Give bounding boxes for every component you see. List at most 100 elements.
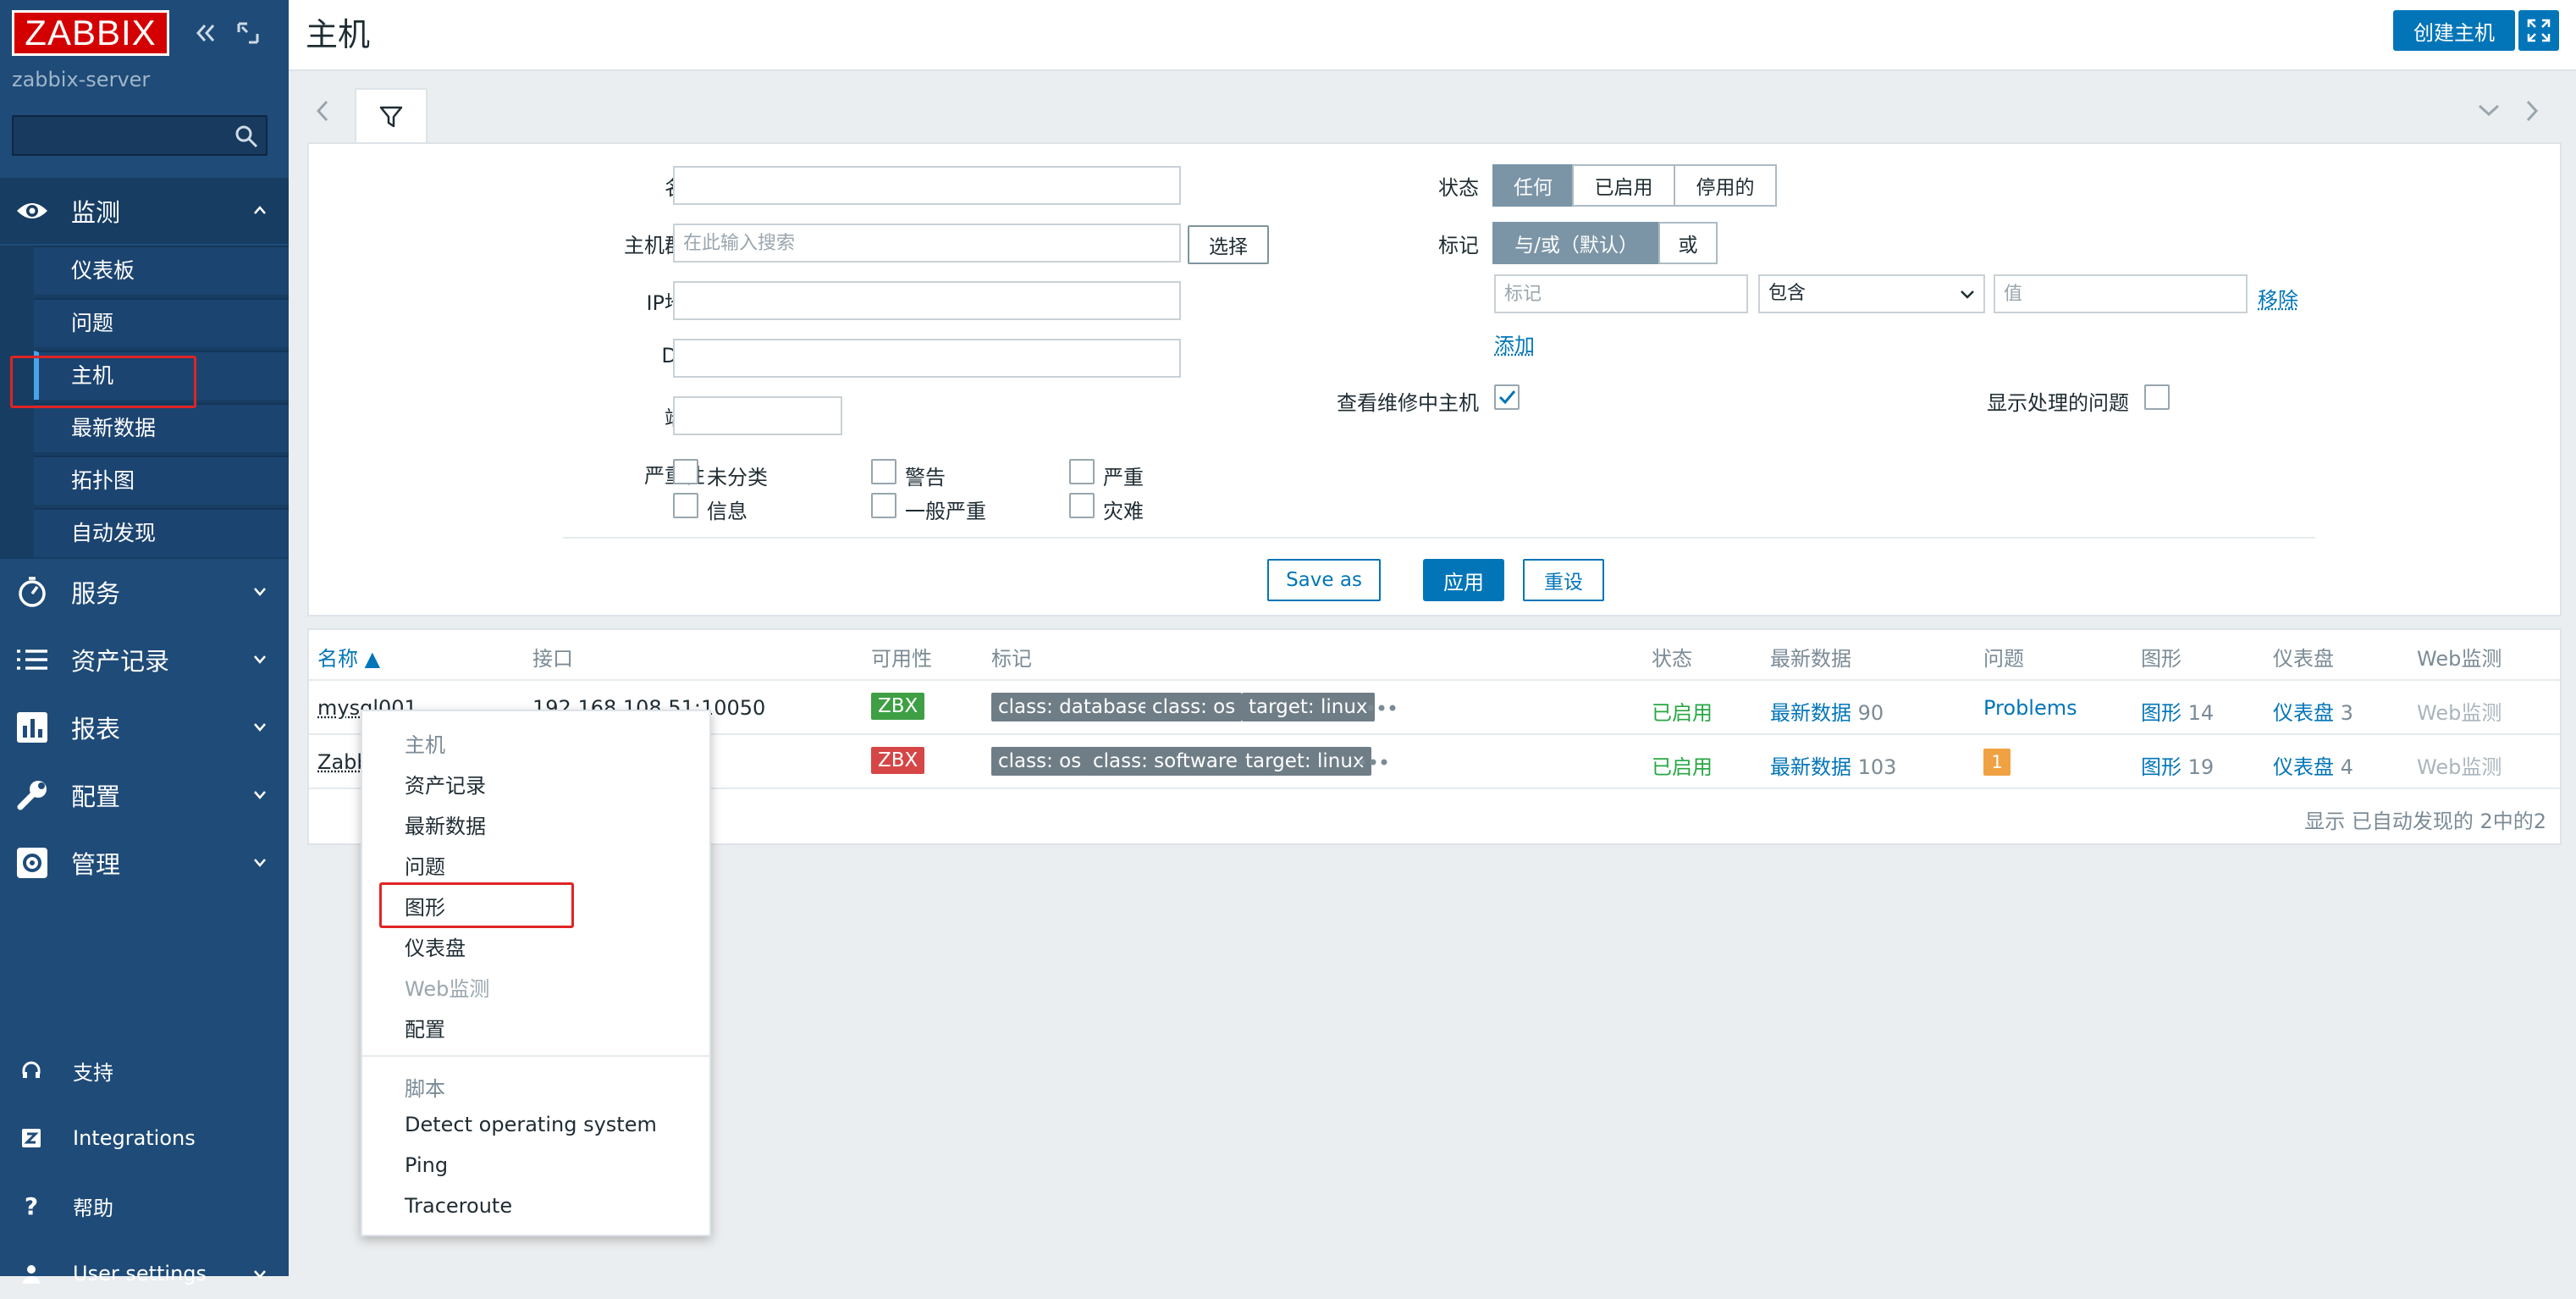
severity-checkbox-information[interactable] bbox=[673, 493, 698, 518]
tag-eval-or-button[interactable]: 或 bbox=[1658, 222, 1718, 264]
availability-badge[interactable]: ZBX bbox=[871, 747, 924, 774]
create-host-button[interactable]: 创建主机 bbox=[2393, 10, 2515, 51]
fullscreen-icon[interactable] bbox=[2518, 10, 2559, 51]
context-menu-web: Web监测 bbox=[405, 972, 489, 1002]
stopwatch-icon bbox=[15, 575, 49, 609]
problems-link[interactable]: Problems bbox=[1983, 696, 2077, 720]
chevron-right-icon[interactable] bbox=[2524, 98, 2540, 124]
sidebar-item-latest-data[interactable]: 最新数据 bbox=[34, 403, 289, 452]
port-input[interactable] bbox=[673, 396, 842, 435]
context-menu-configuration[interactable]: 配置 bbox=[405, 1013, 445, 1042]
problem-count-badge[interactable]: 1 bbox=[1983, 749, 2011, 776]
context-menu-inventory[interactable]: 资产记录 bbox=[405, 769, 486, 799]
context-menu-dashboards[interactable]: 仪表盘 bbox=[405, 931, 466, 961]
menu-administration[interactable]: 管理 bbox=[0, 830, 289, 896]
sidebar-search-input[interactable] bbox=[14, 117, 225, 154]
dns-input[interactable] bbox=[673, 339, 1181, 378]
context-menu-traceroute[interactable]: Traceroute bbox=[405, 1194, 512, 1218]
severity-checkbox-high[interactable] bbox=[1069, 459, 1095, 484]
menu-monitoring[interactable]: 监测 bbox=[0, 178, 289, 244]
latest-data-link[interactable]: 最新数据 bbox=[1770, 701, 1851, 725]
kiosk-mode-icon[interactable] bbox=[234, 19, 262, 47]
maintenance-checkbox[interactable] bbox=[1494, 384, 1520, 410]
severity-checkbox-disaster[interactable] bbox=[1069, 493, 1095, 518]
host-group-input[interactable] bbox=[673, 224, 1181, 263]
sidebar-search[interactable] bbox=[12, 115, 268, 156]
apply-button[interactable]: 应用 bbox=[1423, 559, 1504, 601]
name-input[interactable] bbox=[673, 166, 1181, 205]
status-disabled-button[interactable]: 停用的 bbox=[1674, 164, 1777, 207]
host-tag[interactable]: class: software bbox=[1086, 747, 1244, 776]
availability-badge[interactable]: ZBX bbox=[871, 693, 924, 720]
zabbix-logo[interactable]: ZABBIX bbox=[12, 10, 169, 56]
tag-operator-select[interactable]: 包含 bbox=[1758, 274, 1985, 313]
column-header-problems: 问题 bbox=[1983, 642, 2024, 672]
status-enabled-button[interactable]: 已启用 bbox=[1572, 164, 1675, 207]
menu-support[interactable]: 支持 bbox=[0, 1045, 289, 1096]
tag-value-input[interactable] bbox=[1994, 274, 2248, 313]
severity-checkbox-not-classified[interactable] bbox=[673, 459, 698, 484]
select-host-group-button[interactable]: 选择 bbox=[1188, 225, 1269, 264]
dashboards-link[interactable]: 仪表盘 bbox=[2273, 755, 2334, 779]
context-menu-detect-os[interactable]: Detect operating system bbox=[405, 1113, 657, 1136]
context-menu-ping[interactable]: Ping bbox=[405, 1153, 448, 1177]
list-icon bbox=[15, 643, 49, 677]
sidebar-item-problems[interactable]: 问题 bbox=[34, 298, 289, 347]
severity-label-information: 信息 bbox=[707, 495, 747, 524]
chevron-left-icon[interactable] bbox=[314, 98, 331, 124]
ip-label: IP地址 bbox=[485, 286, 705, 316]
host-tag[interactable]: target: linux bbox=[1242, 693, 1375, 721]
column-header-status[interactable]: 状态 bbox=[1652, 642, 1692, 672]
severity-label-disaster: 灾难 bbox=[1103, 495, 1144, 524]
column-header-tags: 标记 bbox=[991, 642, 1032, 672]
ip-input[interactable] bbox=[673, 281, 1181, 320]
menu-user-settings[interactable]: User settings bbox=[0, 1248, 289, 1299]
graphs-link[interactable]: 图形 bbox=[2141, 755, 2182, 779]
sidebar-item-discovery[interactable]: 自动发现 bbox=[34, 508, 289, 557]
severity-checkbox-warning[interactable] bbox=[871, 459, 896, 484]
tag-name-input[interactable] bbox=[1494, 274, 1748, 313]
status-any-button[interactable]: 任何 bbox=[1492, 164, 1574, 207]
menu-help[interactable]: ? 帮助 bbox=[0, 1180, 289, 1231]
search-icon[interactable] bbox=[234, 124, 259, 149]
save-as-button[interactable]: Save as bbox=[1267, 559, 1381, 601]
severity-checkbox-average[interactable] bbox=[871, 493, 896, 518]
more-tags-icon[interactable] bbox=[1367, 705, 1396, 711]
latest-data-count: 90 bbox=[1858, 701, 1884, 725]
collapse-sidebar-icon[interactable] bbox=[191, 19, 220, 47]
tag-eval-andor-button[interactable]: 与/或（默认） bbox=[1492, 222, 1660, 264]
host-tag[interactable]: class: os bbox=[991, 747, 1088, 776]
filter-tab[interactable] bbox=[355, 88, 427, 144]
gear-icon bbox=[15, 846, 49, 880]
sidebar-item-maps[interactable]: 拓扑图 bbox=[34, 456, 289, 505]
host-tag[interactable]: class: os bbox=[1145, 693, 1242, 721]
host-tag[interactable]: class: database bbox=[991, 693, 1156, 721]
bar-chart-icon bbox=[15, 710, 49, 744]
chevron-down-icon[interactable] bbox=[2476, 102, 2502, 119]
remove-tag-link[interactable]: 移除 bbox=[2258, 283, 2298, 312]
user-icon bbox=[19, 1263, 44, 1284]
add-tag-link[interactable]: 添加 bbox=[1494, 329, 1535, 358]
graphs-link[interactable]: 图形 bbox=[2141, 701, 2182, 725]
show-suppressed-checkbox[interactable] bbox=[2144, 384, 2170, 410]
maintenance-label: 查看维修中主机 bbox=[1198, 386, 1479, 416]
eye-icon bbox=[15, 194, 49, 228]
column-header-name[interactable]: 名称 ▲ bbox=[317, 642, 380, 672]
menu-inventory[interactable]: 资产记录 bbox=[0, 627, 289, 693]
sidebar-item-dashboard[interactable]: 仪表板 bbox=[34, 246, 289, 295]
menu-services[interactable]: 服务 bbox=[0, 559, 289, 625]
column-header-web: Web监测 bbox=[2417, 642, 2502, 672]
host-status[interactable]: 已启用 bbox=[1652, 696, 1713, 726]
host-status[interactable]: 已启用 bbox=[1652, 750, 1713, 780]
latest-data-link[interactable]: 最新数据 bbox=[1770, 755, 1851, 779]
host-tag[interactable]: target: linux bbox=[1238, 747, 1371, 776]
menu-reports[interactable]: 报表 bbox=[0, 694, 289, 760]
reset-button[interactable]: 重设 bbox=[1523, 559, 1604, 601]
menu-configuration[interactable]: 配置 bbox=[0, 762, 289, 828]
column-header-availability: 可用性 bbox=[871, 642, 932, 672]
context-menu-problems[interactable]: 问题 bbox=[405, 850, 445, 880]
context-menu-latest-data[interactable]: 最新数据 bbox=[405, 810, 486, 839]
dashboards-link[interactable]: 仪表盘 bbox=[2273, 701, 2334, 725]
more-tags-icon[interactable] bbox=[1359, 759, 1387, 766]
menu-integrations[interactable]: Integrations bbox=[0, 1113, 289, 1164]
